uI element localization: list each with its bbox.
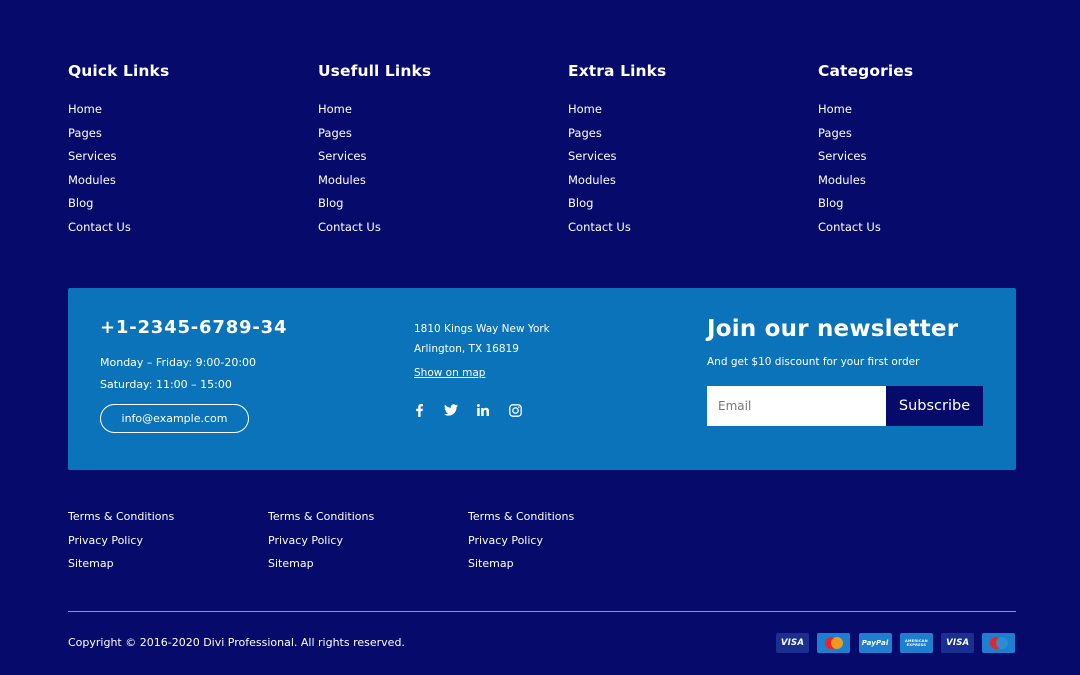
legal-column: Terms & Conditions Privacy Policy Sitema…: [468, 510, 668, 581]
link-column-usefull-links: Usefull Links Home Pages Services Module…: [318, 62, 568, 244]
legal-column: Terms & Conditions Privacy Policy Sitema…: [68, 510, 268, 581]
footer-link-services[interactable]: Services: [318, 149, 367, 163]
terms-link[interactable]: Terms & Conditions: [268, 510, 468, 534]
column-title: Quick Links: [68, 62, 170, 80]
maestro-card-icon: [982, 633, 1016, 653]
footer-link-blog[interactable]: Blog: [568, 196, 593, 210]
footer-divider: [68, 611, 1016, 612]
phone-number[interactable]: +1-2345-6789-34: [100, 317, 287, 338]
footer-link-modules[interactable]: Modules: [568, 173, 616, 187]
newsletter-title: Join our newsletter: [707, 316, 959, 342]
column-title: Usefull Links: [318, 62, 432, 80]
newsletter-subtitle: And get $10 discount for your first orde…: [707, 356, 920, 368]
footer-link-home[interactable]: Home: [568, 102, 602, 116]
footer-link-contact-us[interactable]: Contact Us: [568, 220, 631, 234]
address-line-2: Arlington, TX 16819: [414, 343, 519, 355]
footer-link-blog[interactable]: Blog: [318, 196, 343, 210]
paypal-card-icon: PayPal: [858, 633, 892, 653]
privacy-policy-link[interactable]: Privacy Policy: [468, 534, 668, 558]
visa-card-icon: VISA: [941, 633, 975, 653]
instagram-icon[interactable]: [507, 402, 523, 418]
footer-link-modules[interactable]: Modules: [68, 173, 116, 187]
payment-methods: VISA PayPal AMERICAN EXPRESS VISA: [776, 633, 1016, 653]
mastercard-card-icon: [817, 633, 851, 653]
footer-link-blog[interactable]: Blog: [68, 196, 93, 210]
subscribe-button[interactable]: Subscribe: [886, 386, 983, 426]
column-title: Categories: [818, 62, 914, 80]
sitemap-link[interactable]: Sitemap: [268, 557, 468, 581]
footer-link-services[interactable]: Services: [818, 149, 867, 163]
footer-link-pages[interactable]: Pages: [318, 126, 352, 140]
linkedin-icon[interactable]: [475, 402, 491, 418]
american-express-card-icon: AMERICAN EXPRESS: [899, 633, 933, 653]
terms-link[interactable]: Terms & Conditions: [68, 510, 268, 534]
footer-link-contact-us[interactable]: Contact Us: [318, 220, 381, 234]
facebook-icon[interactable]: [411, 402, 427, 418]
footer-link-services[interactable]: Services: [568, 149, 617, 163]
terms-link[interactable]: Terms & Conditions: [468, 510, 668, 534]
footer-link-blog[interactable]: Blog: [818, 196, 843, 210]
sitemap-link[interactable]: Sitemap: [468, 557, 668, 581]
email-button[interactable]: info@example.com: [100, 404, 249, 433]
twitter-icon[interactable]: [443, 402, 459, 418]
show-on-map-link[interactable]: Show on map: [414, 367, 485, 379]
footer-link-pages[interactable]: Pages: [818, 126, 852, 140]
footer-link-pages[interactable]: Pages: [568, 126, 602, 140]
footer-link-modules[interactable]: Modules: [818, 173, 866, 187]
footer-link-modules[interactable]: Modules: [318, 173, 366, 187]
footer-link-contact-us[interactable]: Contact Us: [818, 220, 881, 234]
link-column-quick-links: Quick Links Home Pages Services Modules …: [68, 62, 318, 244]
footer-link-home[interactable]: Home: [818, 102, 852, 116]
footer-link-columns: Quick Links Home Pages Services Modules …: [68, 62, 1068, 244]
social-links: [411, 402, 539, 418]
footer-link-services[interactable]: Services: [68, 149, 117, 163]
sitemap-link[interactable]: Sitemap: [68, 557, 268, 581]
link-column-extra-links: Extra Links Home Pages Services Modules …: [568, 62, 818, 244]
address: 1810 Kings Way New York Arlington, TX 16…: [414, 319, 550, 359]
footer-link-home[interactable]: Home: [318, 102, 352, 116]
hours-weekday: Monday – Friday: 9:00-20:00: [100, 356, 257, 369]
privacy-policy-link[interactable]: Privacy Policy: [268, 534, 468, 558]
hours-saturday: Saturday: 11:00 – 15:00: [100, 378, 232, 391]
opening-hours: Monday – Friday: 9:00-20:00 Saturday: 11…: [100, 352, 256, 396]
legal-column: Terms & Conditions Privacy Policy Sitema…: [268, 510, 468, 581]
address-line-1: 1810 Kings Way New York: [414, 323, 550, 335]
link-column-categories: Categories Home Pages Services Modules B…: [818, 62, 1068, 244]
column-title: Extra Links: [568, 62, 667, 80]
newsletter-email-input[interactable]: [707, 386, 886, 426]
privacy-policy-link[interactable]: Privacy Policy: [68, 534, 268, 558]
footer-link-pages[interactable]: Pages: [68, 126, 102, 140]
legal-links: Terms & Conditions Privacy Policy Sitema…: [68, 510, 668, 581]
footer-link-contact-us[interactable]: Contact Us: [68, 220, 131, 234]
contact-newsletter-band: +1-2345-6789-34 Monday – Friday: 9:00-20…: [68, 288, 1016, 470]
footer-link-home[interactable]: Home: [68, 102, 102, 116]
visa-card-icon: VISA: [776, 633, 809, 653]
copyright-text: Copyright © 2016-2020 Divi Professional.…: [68, 636, 405, 649]
